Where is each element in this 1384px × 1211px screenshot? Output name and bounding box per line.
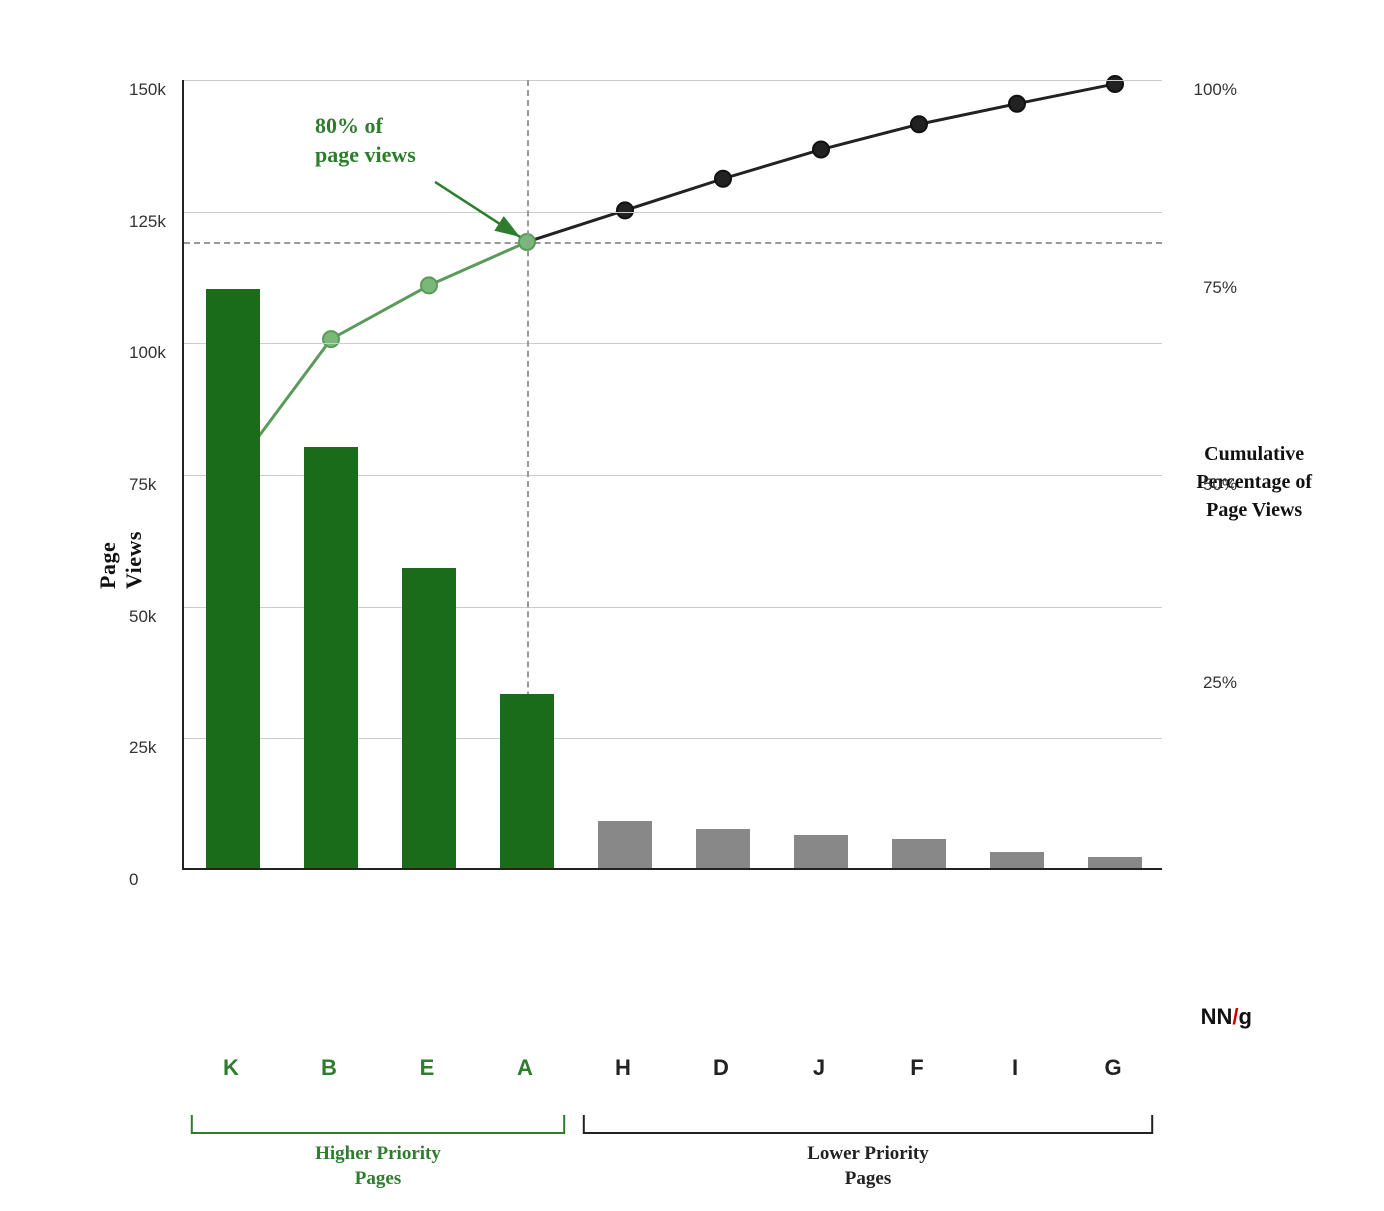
grid-line: [184, 343, 1162, 344]
cumulative-dot-I: [1009, 96, 1025, 112]
cumulative-line-black: [527, 84, 1115, 242]
grid-line: [184, 80, 1162, 81]
y-tick-right-50%: 50%: [1203, 475, 1237, 495]
higher-priority-label: Higher PriorityPages: [315, 1142, 441, 1191]
cumulative-dot-F: [911, 116, 927, 132]
bar-J: [794, 835, 848, 868]
y-tick-left-25k: 25k: [129, 738, 156, 758]
y-tick-right-100%: 100%: [1194, 80, 1237, 100]
x-label-G: G: [1104, 1055, 1121, 1081]
bar-I: [990, 852, 1044, 868]
x-label-I: I: [1012, 1055, 1018, 1081]
bar-G: [1088, 857, 1142, 868]
grid-line: [184, 212, 1162, 213]
y-tick-right-75%: 75%: [1203, 278, 1237, 298]
bar-B: [304, 447, 358, 868]
y-tick-left-75k: 75k: [129, 475, 156, 495]
watermark-slash: /: [1232, 1004, 1238, 1029]
y-tick-left-100k: 100k: [129, 343, 166, 363]
y-tick-right-25%: 25%: [1203, 673, 1237, 693]
cumulative-dot-G: [1107, 76, 1123, 92]
x-label-D: D: [713, 1055, 729, 1081]
y-axis-left-label: PageViews: [95, 531, 147, 589]
annotation-text: 80% ofpage views: [315, 112, 416, 169]
bar-F: [892, 839, 946, 868]
cumulative-dot-J: [813, 142, 829, 158]
bar-E: [402, 568, 456, 868]
x-label-K: K: [223, 1055, 239, 1081]
cumulative-dot-D: [715, 171, 731, 187]
x-label-F: F: [910, 1055, 923, 1081]
x-label-J: J: [813, 1055, 825, 1081]
watermark-logo: NN/g: [1201, 1004, 1252, 1030]
chart-area: 150k125k100k75k50k25k0100%75%50%25%: [182, 80, 1162, 870]
x-labels: KBEAHDJFIG: [182, 1055, 1162, 1095]
y-tick-left-125k: 125k: [129, 212, 166, 232]
x-label-E: E: [420, 1055, 435, 1081]
cumulative-dot-H: [617, 202, 633, 218]
chart-container: PageViews CumulativePercentage ofPage Vi…: [102, 70, 1282, 1050]
cumulative-dot-B: [323, 331, 339, 347]
y-tick-left-0: 0: [129, 870, 138, 890]
watermark: NN/g: [1193, 1004, 1252, 1030]
bar-D: [696, 829, 750, 869]
bar-H: [598, 821, 652, 868]
dashed-80pct-line: [184, 242, 1162, 244]
lower-priority-label: Lower PriorityPages: [807, 1142, 929, 1191]
x-label-B: B: [321, 1055, 337, 1081]
bar-A: [500, 694, 554, 868]
cumulative-line-green: [233, 242, 527, 471]
bar-K: [206, 289, 260, 868]
x-label-H: H: [615, 1055, 631, 1081]
cumulative-dot-E: [421, 277, 437, 293]
y-tick-left-50k: 50k: [129, 607, 156, 627]
y-tick-left-150k: 150k: [129, 80, 166, 100]
x-label-A: A: [517, 1055, 533, 1081]
bracket-area: Higher PriorityPages Lower PriorityPages: [182, 1110, 1162, 1190]
